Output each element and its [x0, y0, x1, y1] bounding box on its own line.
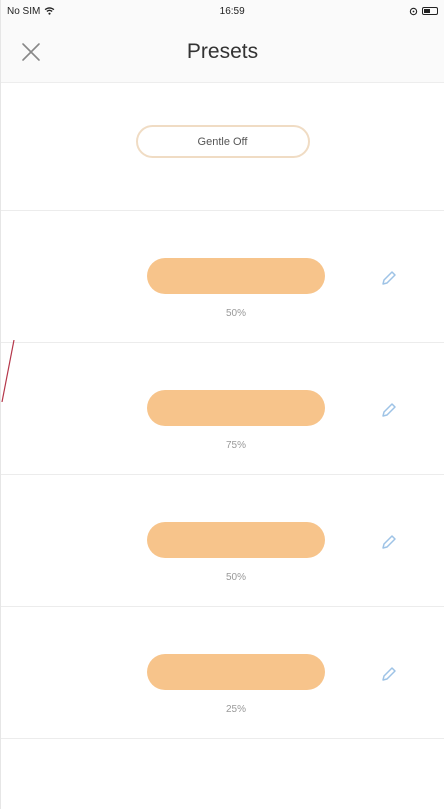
- gentle-off-button[interactable]: Gentle Off: [135, 125, 310, 158]
- carrier-label: No SIM: [7, 5, 41, 17]
- clock: 16:59: [219, 5, 245, 17]
- pencil-icon[interactable]: [380, 401, 398, 419]
- preset-bar[interactable]: [147, 522, 325, 558]
- bottom-area: [1, 739, 444, 805]
- location-icon: [409, 7, 418, 15]
- pencil-icon[interactable]: [380, 269, 398, 287]
- wifi-icon: [44, 7, 55, 15]
- pencil-icon[interactable]: [380, 533, 398, 551]
- status-right: [409, 7, 438, 16]
- status-bar: No SIM 16:59: [1, 0, 444, 22]
- preset-bar[interactable]: [147, 390, 325, 426]
- preset-label: 75%: [225, 440, 246, 451]
- pencil-icon[interactable]: [380, 665, 398, 683]
- preset-label: 25%: [225, 704, 246, 715]
- preset-label: 50%: [225, 572, 246, 583]
- preset-row-3: 50%: [1, 475, 444, 607]
- battery-icon: [422, 7, 438, 15]
- preset-row-2: 75%: [1, 343, 444, 475]
- preset-label: 50%: [225, 308, 246, 319]
- close-icon[interactable]: [19, 40, 43, 64]
- header: Presets: [1, 22, 444, 83]
- presets-screen: No SIM 16:59 Presets Gentle Off 50% 75% …: [0, 0, 444, 809]
- status-left: No SIM: [7, 6, 55, 17]
- gentle-off-section: Gentle Off: [1, 83, 444, 211]
- preset-row-4: 25%: [1, 607, 444, 739]
- preset-row-1: 50%: [1, 211, 444, 343]
- preset-bar[interactable]: [147, 258, 325, 294]
- page-title: Presets: [186, 40, 259, 63]
- preset-bar[interactable]: [147, 654, 325, 690]
